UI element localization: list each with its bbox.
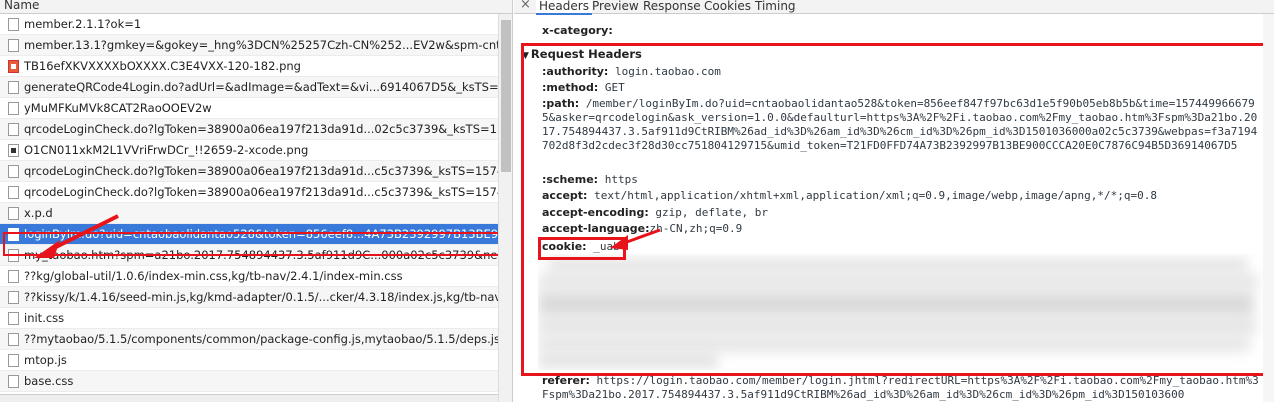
document-file-icon: [8, 207, 19, 220]
request-name: TB16efXKVXXXXbOXXXX.C3E4VXX-120-182.png: [24, 59, 301, 73]
request-name: ??mytaobao/5.1.5/components/common/packa…: [24, 332, 498, 346]
document-file-icon: [8, 144, 19, 157]
status-bar: [0, 394, 498, 402]
request-headers-highlight-box: [521, 43, 1269, 376]
request-name: qrcodeLoginCheck.do?lgToken=38900a06ea19…: [24, 122, 498, 136]
request-name: mtop.js: [24, 353, 67, 367]
arrow-head: [610, 235, 628, 250]
scrollbar-thumb[interactable]: [501, 20, 511, 172]
document-file-icon: [8, 81, 19, 94]
close-icon[interactable]: ×: [520, 0, 531, 12]
name-column-header[interactable]: Name: [0, 0, 512, 14]
document-file-icon: [8, 270, 19, 283]
request-row[interactable]: TB16efXKVXXXXbOXXXX.C3E4VXX-120-182.png: [0, 56, 498, 77]
request-list: member.2.1.1?ok=1 member.13.1?gmkey=&goke…: [0, 14, 498, 392]
document-file-icon: [8, 291, 19, 304]
document-file-icon: [8, 123, 19, 136]
request-row[interactable]: member.13.1?gmkey=&gokey=_hng%3DCN%25257…: [0, 35, 498, 56]
arrow-shaft: [623, 228, 661, 245]
request-row[interactable]: member.2.1.1?ok=1: [0, 14, 498, 35]
header-key: x-category:: [542, 24, 613, 37]
details-scrollbar[interactable]: [1263, 14, 1274, 402]
headers-content: x-category: ▼ Request Headers :authority:…: [514, 14, 1274, 402]
document-file-icon: [8, 102, 19, 115]
document-file-icon: [8, 354, 19, 367]
tab-headers[interactable]: Headers: [536, 0, 592, 15]
request-name: qrcodeLoginCheck.do?lgToken=38900a06ea19…: [24, 164, 498, 178]
tab-cookies[interactable]: Cookies: [704, 0, 751, 13]
request-name: qrcodeLoginCheck.do?lgToken=38900a06ea19…: [24, 185, 498, 199]
request-row[interactable]: mtop.js: [0, 350, 498, 371]
document-file-icon: [8, 333, 19, 346]
request-row[interactable]: qrcodeLoginCheck.do?lgToken=38900a06ea19…: [0, 161, 498, 182]
document-file-icon: [8, 186, 19, 199]
header-value: https://login.taobao.com/member/login.jh…: [542, 374, 1259, 401]
request-row[interactable]: qrcodeLoginCheck.do?lgToken=38900a06ea19…: [0, 119, 498, 140]
arrow-annotation-left: [34, 214, 119, 258]
arrow-annotation-right: [610, 228, 661, 250]
request-name: O1CN011xkM2L1VVriFrwDCr_!!2659-2-xcode.p…: [24, 143, 309, 157]
image-file-icon: [8, 60, 19, 73]
document-file-icon: [8, 312, 19, 325]
request-list-panel: Name member.2.1.1?ok=1 member.13.1?gmkey=…: [0, 0, 513, 402]
tab-response[interactable]: Response: [643, 0, 701, 13]
request-name: base.css: [24, 374, 74, 388]
request-row[interactable]: yMuMFKuMVk8CAT2RaoOOEV2w: [0, 98, 498, 119]
request-name: ??kissy/k/1.4.16/seed-min.js,kg/kmd-adap…: [24, 290, 498, 304]
document-file-icon: [8, 375, 19, 388]
request-name: member.2.1.1?ok=1: [24, 17, 142, 31]
request-name: yMuMFKuMVk8CAT2RaoOOEV2w: [24, 101, 212, 115]
document-file-icon: [8, 39, 19, 52]
arrow-shaft: [49, 214, 119, 252]
document-file-icon: [8, 18, 19, 31]
request-row[interactable]: ??kg/global-util/1.0.6/index-min.css,kg/…: [0, 266, 498, 287]
request-name: generateQRCode4Login.do?adUrl=&adImage=&…: [24, 80, 498, 94]
tab-preview[interactable]: Preview: [592, 0, 639, 13]
request-row[interactable]: generateQRCode4Login.do?adUrl=&adImage=&…: [0, 77, 498, 98]
request-list-scrollbar[interactable]: [498, 14, 512, 402]
header-x-category: x-category:: [542, 24, 613, 38]
request-details-panel: × Headers Preview Response Cookies Timin…: [514, 0, 1274, 402]
request-row[interactable]: init.css: [0, 308, 498, 329]
details-tab-bar: × Headers Preview Response Cookies Timin…: [514, 0, 1274, 15]
request-row[interactable]: ??mytaobao/5.1.5/components/common/packa…: [0, 329, 498, 350]
request-name: ??kg/global-util/1.0.6/index-min.css,kg/…: [24, 269, 403, 283]
request-row[interactable]: base.css: [0, 371, 498, 392]
request-row[interactable]: qrcodeLoginCheck.do?lgToken=38900a06ea19…: [0, 182, 498, 203]
tab-timing[interactable]: Timing: [755, 0, 796, 13]
arrow-head: [34, 240, 60, 258]
request-row[interactable]: O1CN011xkM2L1VVriFrwDCr_!!2659-2-xcode.p…: [0, 140, 498, 161]
header-referer: referer: https://login.taobao.com/member…: [542, 374, 1260, 402]
request-row[interactable]: ??kissy/k/1.4.16/seed-min.js,kg/kmd-adap…: [0, 287, 498, 308]
request-name: init.css: [24, 311, 65, 325]
document-file-icon: [8, 165, 19, 178]
request-name: member.13.1?gmkey=&gokey=_hng%3DCN%25257…: [24, 38, 498, 52]
